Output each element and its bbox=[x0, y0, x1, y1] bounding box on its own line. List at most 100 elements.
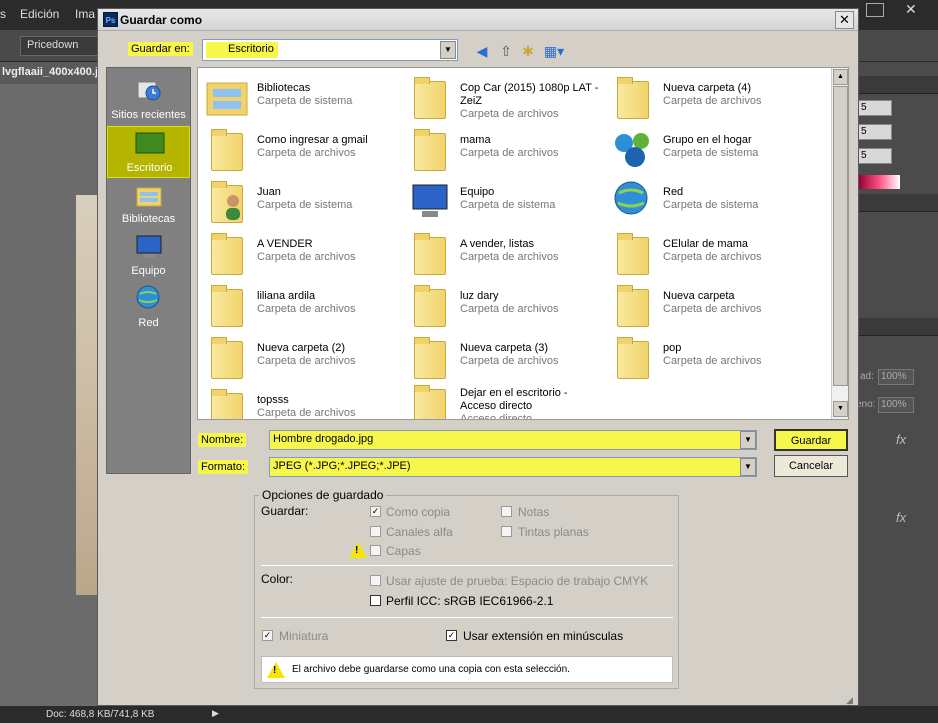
miniatura-checkbox[interactable]: ✓ bbox=[262, 630, 273, 641]
filename-label: Nombre: bbox=[198, 433, 247, 447]
place-label: Sitios recientes bbox=[111, 109, 186, 121]
menu-item-imagen[interactable]: Ima bbox=[75, 7, 95, 21]
chevron-down-icon[interactable]: ▼ bbox=[740, 458, 756, 476]
file-name: Equipo bbox=[460, 186, 495, 198]
save-label: Guardar: bbox=[261, 504, 309, 518]
capas-label: Capas bbox=[386, 544, 421, 558]
save-in-combo[interactable]: Escritorio ▼ bbox=[202, 39, 458, 61]
document-image bbox=[76, 195, 98, 595]
dialog-title: Guardar como bbox=[120, 13, 203, 27]
file-name: CElular de mama bbox=[663, 238, 748, 250]
tintas-planas-label: Tintas planas bbox=[518, 525, 589, 539]
format-select[interactable]: JPEG (*.JPG;*.JPEG;*.JPE) ▼ bbox=[269, 457, 757, 477]
file-type: Carpeta de archivos bbox=[460, 147, 559, 159]
file-item-nueva-carpeta-4[interactable]: Nueva carpeta (4) Carpeta de archivos bbox=[607, 72, 807, 122]
preset-field[interactable]: Pricedown bbox=[20, 36, 98, 56]
file-item-nueva-carpeta[interactable]: Nueva carpeta Carpeta de archivos bbox=[607, 280, 807, 330]
save-options-legend: Opciones de guardado bbox=[259, 488, 387, 502]
document-tab[interactable]: lvgflaaii_400x400.j bbox=[0, 62, 98, 84]
usar-extension-checkbox[interactable]: ✓ bbox=[446, 630, 457, 641]
panel-field[interactable]: 5 bbox=[858, 124, 892, 140]
perfil-icc-label: Perfil ICC: sRGB IEC61966-2.1 bbox=[386, 594, 554, 608]
tintas-planas-checkbox[interactable] bbox=[501, 526, 512, 537]
menu-item-prev[interactable]: s bbox=[0, 7, 6, 21]
file-item-shortcut[interactable]: Dejar en el escritorio - Acceso directo … bbox=[404, 380, 604, 420]
resize-grip-icon[interactable]: ◢ bbox=[846, 695, 853, 706]
filename-field[interactable]: Hombre drogado.jpg ▼ bbox=[269, 430, 757, 450]
scroll-up-icon[interactable]: ▲ bbox=[833, 69, 848, 85]
warning-message: ! El archivo debe guardarse como una cop… bbox=[261, 656, 673, 683]
file-item-liliana[interactable]: liliana ardila Carpeta de archivos bbox=[201, 280, 401, 330]
file-name: Bibliotecas bbox=[257, 82, 311, 94]
filename-value: Hombre drogado.jpg bbox=[273, 433, 374, 445]
file-name: luz dary bbox=[460, 290, 499, 302]
usar-ajuste-checkbox[interactable] bbox=[370, 575, 381, 586]
folder-icon bbox=[408, 283, 452, 327]
file-item-cop-car[interactable]: Cop Car (2015) 1080p LAT - ZeiZ Carpeta … bbox=[404, 72, 604, 122]
file-type: Acceso directo bbox=[460, 413, 533, 420]
file-item-red[interactable]: Red Carpeta de sistema bbox=[607, 176, 807, 226]
folder-icon bbox=[611, 283, 655, 327]
save-in-value: Escritorio bbox=[206, 42, 278, 58]
file-name: Nueva carpeta (4) bbox=[663, 82, 752, 94]
file-type: Carpeta de archivos bbox=[663, 355, 762, 367]
cancel-button[interactable]: Cancelar bbox=[774, 455, 848, 477]
menu-item-edicion[interactable]: Edición bbox=[20, 7, 59, 21]
file-item-a-vender-listas[interactable]: A vender, listas Carpeta de archivos bbox=[404, 228, 604, 278]
file-list-scrollbar[interactable]: ▲ ▼ bbox=[831, 68, 848, 419]
place-recent[interactable]: Sitios recientes bbox=[107, 74, 190, 126]
place-network[interactable]: Red bbox=[107, 282, 190, 334]
canales-alfa-checkbox[interactable] bbox=[370, 526, 381, 537]
file-item-luz-dary[interactable]: luz dary Carpeta de archivos bbox=[404, 280, 604, 330]
place-desktop[interactable]: Escritorio bbox=[107, 126, 190, 178]
place-computer[interactable]: Equipo bbox=[107, 230, 190, 282]
capas-checkbox[interactable] bbox=[370, 545, 381, 556]
chevron-down-icon[interactable]: ▼ bbox=[740, 431, 756, 449]
fx-icon[interactable]: fx bbox=[896, 510, 906, 525]
panel-field[interactable]: 5 bbox=[858, 148, 892, 164]
perfil-icc-checkbox[interactable] bbox=[370, 595, 381, 606]
file-type: Carpeta de archivos bbox=[663, 95, 762, 107]
notas-checkbox[interactable] bbox=[501, 506, 512, 517]
fx-icon[interactable]: fx bbox=[896, 432, 906, 447]
scroll-thumb[interactable] bbox=[833, 86, 848, 386]
file-item-mama[interactable]: mama Carpeta de archivos bbox=[404, 124, 604, 174]
folder-icon bbox=[408, 335, 452, 379]
status-arrow-icon[interactable]: ▶ bbox=[212, 708, 219, 719]
file-item-grupo-hogar[interactable]: Grupo en el hogar Carpeta de sistema bbox=[607, 124, 807, 174]
file-item-nueva-carpeta-2[interactable]: Nueva carpeta (2) Carpeta de archivos bbox=[201, 332, 401, 382]
close-button[interactable]: ✕ bbox=[835, 11, 854, 29]
file-item-bibliotecas[interactable]: Bibliotecas Carpeta de sistema bbox=[201, 72, 401, 122]
new-folder-icon[interactable]: ✱ bbox=[518, 41, 538, 61]
file-list[interactable]: Bibliotecas Carpeta de sistema Cop Car (… bbox=[197, 67, 849, 420]
close-app-icon[interactable]: ✕ bbox=[905, 1, 917, 18]
folder-icon bbox=[408, 231, 452, 275]
file-item-equipo[interactable]: Equipo Carpeta de sistema bbox=[404, 176, 604, 226]
back-icon[interactable]: ◀ bbox=[472, 41, 492, 61]
panel-field[interactable]: 5 bbox=[858, 100, 892, 116]
folder-icon bbox=[205, 231, 249, 275]
view-menu-icon[interactable]: ▦▾ bbox=[542, 41, 566, 61]
file-item-juan[interactable]: Juan Carpeta de sistema bbox=[201, 176, 401, 226]
como-copia-checkbox[interactable]: ✓ bbox=[370, 506, 381, 517]
chevron-down-icon[interactable]: ▼ bbox=[440, 41, 456, 59]
restore-window-icon[interactable] bbox=[866, 3, 884, 17]
file-item-como-ingresar[interactable]: Como ingresar a gmail Carpeta de archivo… bbox=[201, 124, 401, 174]
scroll-down-icon[interactable]: ▼ bbox=[833, 401, 848, 417]
format-label: Formato: bbox=[198, 460, 249, 474]
place-libraries[interactable]: Bibliotecas bbox=[107, 178, 190, 230]
file-item-celular-mama[interactable]: CElular de mama Carpeta de archivos bbox=[607, 228, 807, 278]
usar-extension-label: Usar extensión en minúsculas bbox=[463, 629, 624, 643]
up-folder-icon[interactable]: ⇧ bbox=[496, 41, 516, 61]
status-bar: Doc: 468,8 KB/741,8 KB ▶ bbox=[0, 706, 938, 723]
color-swatch[interactable] bbox=[858, 175, 900, 189]
fill-field[interactable]: 100% bbox=[878, 397, 914, 413]
computer-icon bbox=[134, 232, 164, 262]
opacity-label: ad: bbox=[860, 371, 874, 382]
file-item-nueva-carpeta-3[interactable]: Nueva carpeta (3) Carpeta de archivos bbox=[404, 332, 604, 382]
opacity-field[interactable]: 100% bbox=[878, 369, 914, 385]
file-item-pop[interactable]: pop Carpeta de archivos bbox=[607, 332, 807, 382]
file-item-topsss[interactable]: topsss Carpeta de archivos bbox=[201, 384, 401, 419]
save-button[interactable]: Guardar bbox=[774, 429, 848, 451]
file-item-a-vender[interactable]: A VENDER Carpeta de archivos bbox=[201, 228, 401, 278]
